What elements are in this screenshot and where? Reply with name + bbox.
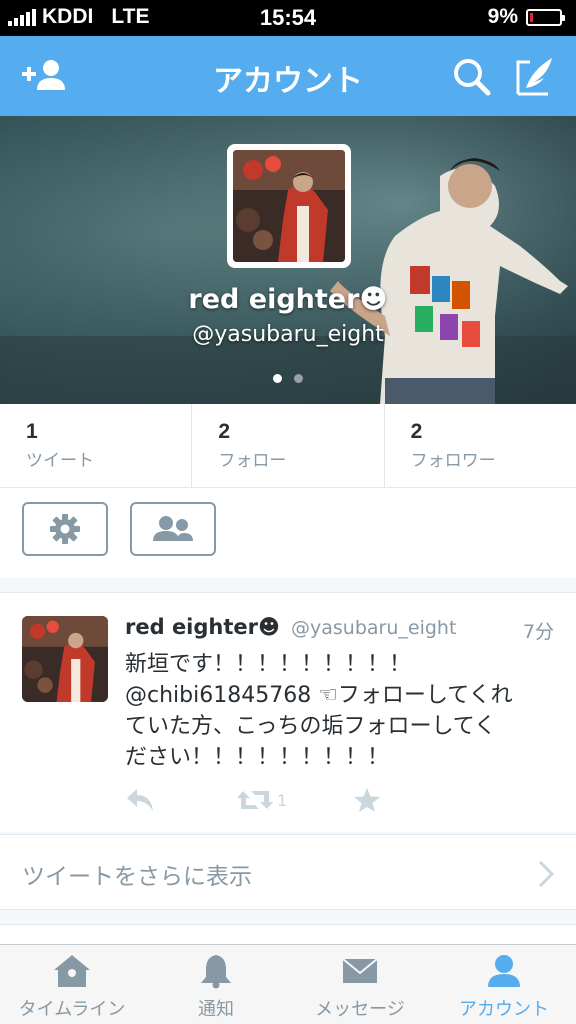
tab-notifications[interactable]: 通知 [144, 945, 288, 1024]
compose-icon[interactable] [514, 54, 562, 98]
stat-following-count: 2 [218, 420, 231, 443]
tweet-text-line: ていた方、こっちの垢フォローしてく [125, 714, 497, 739]
stat-tweets[interactable]: 1 ツイート [0, 404, 193, 487]
retweet-button[interactable]: 1 [237, 785, 287, 815]
tweet-header: red eighter☻ @yasubaru_eight 7分 [125, 615, 554, 645]
stat-tweets-label: ツイート [26, 451, 94, 471]
tab-account[interactable]: アカウント [432, 945, 576, 1024]
tweet-actions: 1 [125, 785, 425, 815]
battery-icon [526, 8, 565, 26]
show-more-tweets[interactable]: ツイートをさらに表示 [0, 834, 576, 910]
stat-followers-count: 2 [410, 420, 423, 443]
tweet-text: 新垣です！！！！！！！！！ @chibi61845768 ☜フォローしてくれ て… [125, 649, 555, 773]
show-more-tweets-label: ツイートをさらに表示 [22, 864, 252, 890]
bell-icon [201, 955, 231, 989]
stat-following-label: フォロー [218, 451, 287, 471]
stat-followers-label: フォロワー [410, 451, 496, 471]
tweet-author-handle[interactable]: @yasubaru_eight [291, 617, 456, 639]
retweet-count: 1 [277, 790, 288, 810]
search-icon[interactable] [448, 54, 496, 98]
tweet-text-line: @chibi61845768 ☜フォローしてくれ [125, 683, 513, 708]
battery-percent: 9% [487, 5, 518, 28]
status-right: 9% [487, 5, 565, 29]
tweet-text-line: ださい！！！！！！！！！ [125, 745, 390, 770]
star-icon [354, 788, 380, 812]
profile-avatar[interactable] [227, 144, 351, 268]
tweet-avatar[interactable] [22, 616, 108, 702]
profile-actions [0, 488, 576, 578]
home-icon [54, 955, 90, 987]
profile-handle: @yasubaru_eight [192, 322, 384, 347]
stat-followers[interactable]: 2 フォロワー [385, 404, 576, 487]
tab-messages[interactable]: メッセージ [288, 945, 432, 1024]
tweet-card[interactable]: red eighter☻ @yasubaru_eight 7分 新垣です！！！！… [0, 592, 576, 832]
stat-tweets-count: 1 [26, 420, 38, 443]
profile-header: red eighter☻ @yasubaru_eight [0, 116, 576, 404]
page-indicator[interactable] [0, 374, 576, 383]
tab-bar: タイムライン 通知 メッセージ アカウント [0, 944, 576, 1024]
nav-bar: アカウント [0, 36, 576, 116]
stat-following[interactable]: 2 フォロー [192, 404, 385, 487]
page-dot[interactable] [273, 374, 282, 383]
chevron-right-icon [538, 860, 555, 888]
tab-notifications-label: 通知 [198, 999, 234, 1020]
list-footer [0, 924, 576, 944]
tab-messages-label: メッセージ [315, 999, 405, 1020]
status-bar: KDDI LTE 15:54 9% [0, 0, 576, 36]
retweet-icon [237, 791, 273, 809]
tab-timeline[interactable]: タイムライン [0, 945, 144, 1024]
tweet-timestamp: 7分 [522, 621, 554, 643]
settings-button[interactable] [22, 502, 108, 556]
profile-avatar-image [233, 150, 345, 262]
profile-name: red eighter☻ [188, 284, 388, 315]
lists-button[interactable] [130, 502, 216, 556]
envelope-icon [342, 958, 378, 983]
tab-account-label: アカウント [459, 999, 549, 1020]
people-icon [153, 516, 193, 541]
tweet-author-name[interactable]: red eighter☻ [125, 615, 280, 639]
reply-button[interactable] [125, 785, 155, 815]
battery-level [530, 12, 533, 22]
tweet-text-line: 新垣です！！！！！！！！！ [125, 652, 412, 677]
tab-timeline-label: タイムライン [18, 999, 126, 1020]
person-icon [488, 955, 520, 987]
favorite-button[interactable] [353, 785, 381, 815]
gear-icon [50, 514, 80, 544]
page-dot[interactable] [294, 374, 303, 383]
profile-stats: 1 ツイート 2 フォロー 2 フォロワー [0, 404, 576, 488]
reply-icon [127, 789, 153, 811]
